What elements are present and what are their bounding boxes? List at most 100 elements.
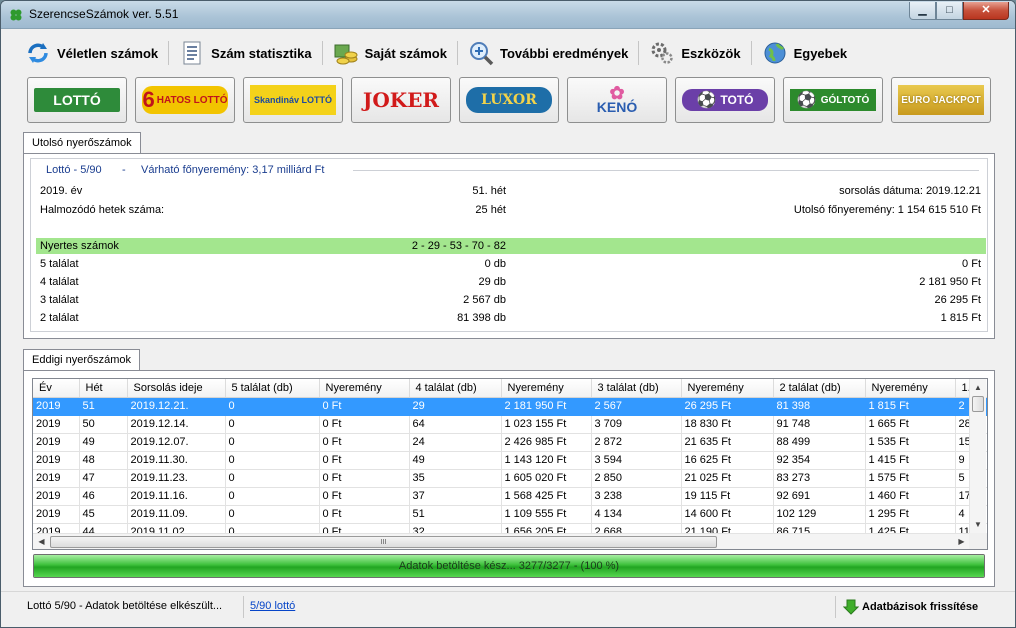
table-cell: 0: [225, 487, 320, 506]
gear-icon: [649, 40, 675, 66]
horizontal-scrollbar[interactable]: ◀ III ▶: [33, 533, 970, 549]
column-header[interactable]: Nyeremény: [319, 379, 410, 398]
table-cell: 2019: [33, 397, 80, 416]
game-button-luxor[interactable]: LUXOR: [459, 77, 559, 123]
game-button-hatos-lotto[interactable]: 6 HATOS LOTTÓ: [135, 77, 235, 123]
last-draw-group: Lottó - 5/90 - Várható főnyeremény: 3,17…: [30, 158, 988, 332]
column-header[interactable]: 4 találat (db): [409, 379, 502, 398]
table-cell: 0: [225, 451, 320, 470]
table-row[interactable]: 2019 47 2019.11.23. 0 0 Ft 35 1 605 020 Ft 2 85…: [33, 469, 987, 488]
table-cell: 1 535 Ft: [865, 433, 956, 452]
scroll-right-arrow-icon[interactable]: ▶: [953, 534, 970, 549]
title-separator: -: [122, 164, 126, 176]
refresh-icon: [25, 40, 51, 66]
game-selector: LOTTÓ 6 HATOS LOTTÓ Skandináv LOTTÓ JOKER…: [27, 77, 991, 123]
table-cell: 51: [409, 505, 502, 524]
scroll-thumb[interactable]: III: [50, 536, 717, 548]
table-cell: 0: [225, 433, 320, 452]
table-cell: 2 181 950 Ft: [501, 397, 592, 416]
title-bar[interactable]: SzerencseSzámok ver. 5.51 ▁ □ ✕: [1, 1, 1015, 29]
table-row[interactable]: 2019 48 2019.11.30. 0 0 Ft 49 1 143 120 Ft 3 59…: [33, 451, 987, 470]
table-cell: 45: [79, 505, 128, 524]
table-cell: 102 129: [773, 505, 866, 524]
game-button-keno[interactable]: ✿ KENÓ: [567, 77, 667, 123]
menu-separator: [321, 41, 323, 65]
loading-progress-bar: Adatok betöltése kész... 3277/3277 - (10…: [33, 554, 985, 578]
tab-last-draw[interactable]: Utolsó nyerőszámok: [23, 132, 141, 154]
game-button-eurojackpot[interactable]: EURO JACKPOT: [891, 77, 991, 123]
table-cell: 35: [409, 469, 502, 488]
game-button-lotto[interactable]: LOTTÓ: [27, 77, 127, 123]
table-row[interactable]: 2019 51 2019.12.21. 0 0 Ft 29 2 181 950 Ft 2 56…: [33, 397, 987, 416]
column-header[interactable]: Nyeremény: [865, 379, 956, 398]
table-row[interactable]: 2019 49 2019.12.07. 0 0 Ft 24 2 426 985 Ft 2 87…: [33, 433, 987, 452]
game-button-toto[interactable]: ⚽ TOTÓ: [675, 77, 775, 123]
expected-jackpot: Várható főnyeremény: 3,17 milliárd Ft: [141, 164, 325, 176]
column-header[interactable]: Nyeremény: [681, 379, 774, 398]
table-cell: 2019: [33, 433, 80, 452]
scroll-thumb[interactable]: [972, 396, 984, 412]
column-header[interactable]: 2 találat (db): [773, 379, 866, 398]
table-cell: 3 594: [591, 451, 682, 470]
column-header[interactable]: Hét: [79, 379, 128, 398]
scrollbar-corner: [969, 533, 987, 549]
menu-own-numbers[interactable]: Saját számok: [327, 37, 453, 69]
hit-label: 2 találat: [40, 312, 79, 324]
goltoto-logo: ⚽ GÓLTOTÓ: [790, 89, 876, 111]
scroll-up-arrow-icon[interactable]: ▲: [970, 379, 986, 396]
hatos-lotto-logo: 6 HATOS LOTTÓ: [142, 86, 228, 114]
tab-label: Utolsó nyerőszámok: [32, 137, 132, 149]
game-button-joker[interactable]: JOKER: [351, 77, 451, 123]
eurojackpot-logo: EURO JACKPOT: [898, 85, 984, 115]
tab-history[interactable]: Eddigi nyerőszámok: [23, 349, 141, 371]
table-cell: 92 691: [773, 487, 866, 506]
table-cell: 2 872: [591, 433, 682, 452]
game-label: GÓLTOTÓ: [820, 94, 870, 106]
table-cell: 2019: [33, 451, 80, 470]
status-message: Lottó 5/90 - Adatok betöltése elkészült.…: [27, 600, 223, 612]
table-cell: 4 134: [591, 505, 682, 524]
column-header[interactable]: 5 találat (db): [225, 379, 320, 398]
menu-more-results[interactable]: További eredmények: [462, 37, 634, 69]
close-button[interactable]: ✕: [963, 2, 1009, 20]
table-cell: 29: [409, 397, 502, 416]
game-button-skandinav-lotto[interactable]: Skandináv LOTTÓ: [243, 77, 343, 123]
history-table: Év Hét Sorsolás ideje 5 találat (db) Nye…: [33, 379, 987, 542]
menu-tools[interactable]: Eszközök: [643, 37, 746, 69]
table-cell: 14 600 Ft: [681, 505, 774, 524]
game-label: TOTÓ: [720, 93, 754, 107]
table-cell: 91 748: [773, 415, 866, 434]
table-cell: 51: [79, 397, 128, 416]
table-cell: 2019.12.14.: [127, 415, 226, 434]
table-cell: 2 850: [591, 469, 682, 488]
table-cell: 2019.12.07.: [127, 433, 226, 452]
column-header[interactable]: Év: [33, 379, 80, 398]
menu-random-numbers[interactable]: Véletlen számok: [19, 37, 164, 69]
table-row[interactable]: 2019 50 2019.12.14. 0 0 Ft 64 1 023 155 Ft 3 70…: [33, 415, 987, 434]
maximize-icon: □: [946, 4, 953, 16]
game-label: KENÓ: [596, 99, 638, 115]
game-button-goltoto[interactable]: ⚽ GÓLTOTÓ: [783, 77, 883, 123]
hit-label: 4 találat: [40, 276, 79, 288]
menu-label: Saját számok: [364, 45, 447, 61]
column-header[interactable]: 3 találat (db): [591, 379, 682, 398]
column-header[interactable]: Sorsolás ideje: [127, 379, 226, 398]
table-row[interactable]: 2019 45 2019.11.09. 0 0 Ft 51 1 109 555 Ft 4 13…: [33, 505, 987, 524]
last-jackpot: Utolsó főnyeremény: 1 154 615 510 Ft: [793, 204, 981, 216]
menu-number-statistics[interactable]: Szám statisztika: [173, 37, 317, 69]
winning-numbers-row: [36, 238, 986, 254]
menu-other[interactable]: Egyebek: [756, 37, 853, 69]
maximize-button[interactable]: □: [936, 2, 963, 20]
table-cell: 81 398: [773, 397, 866, 416]
vertical-scrollbar[interactable]: ▲ ▼: [969, 379, 986, 533]
table-row[interactable]: 2019 46 2019.11.16. 0 0 Ft 37 1 568 425 Ft 3 23…: [33, 487, 987, 506]
minimize-button[interactable]: ▁: [909, 2, 936, 20]
scroll-down-arrow-icon[interactable]: ▼: [970, 516, 986, 533]
table-cell: 0: [225, 469, 320, 488]
scroll-left-arrow-icon[interactable]: ◀: [33, 534, 50, 549]
column-header[interactable]: Nyeremény: [501, 379, 592, 398]
update-databases-button[interactable]: Adatbázisok frissítése: [843, 596, 978, 618]
game-link[interactable]: 5/90 lottó: [250, 600, 295, 612]
table-cell: 16 625 Ft: [681, 451, 774, 470]
menu-separator: [638, 41, 640, 65]
